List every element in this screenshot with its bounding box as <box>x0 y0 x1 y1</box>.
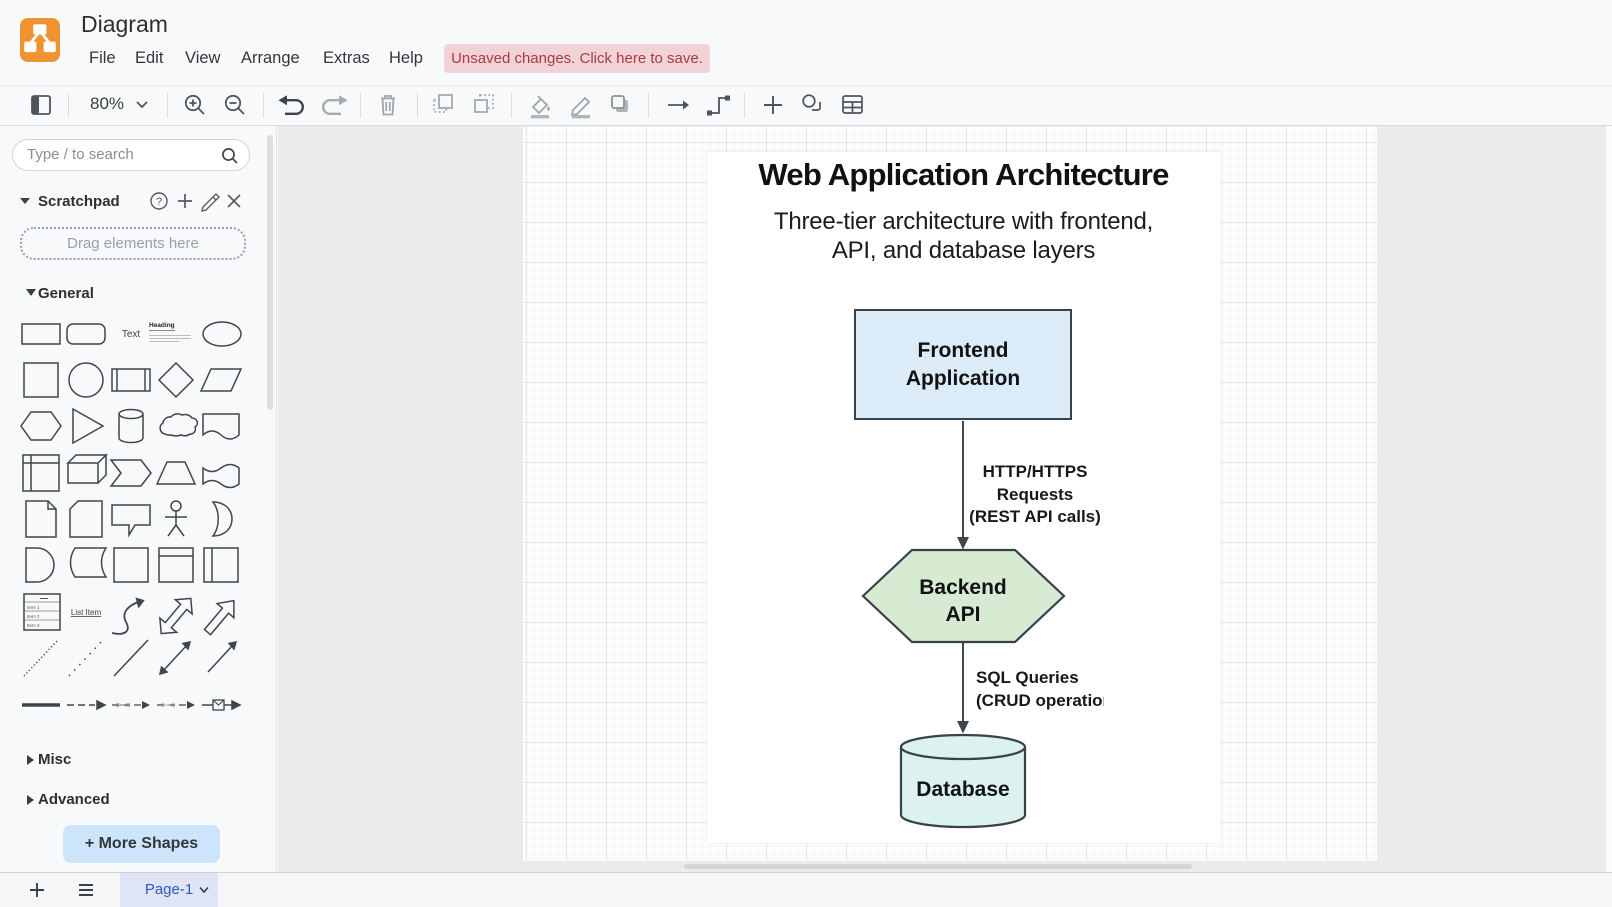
svg-text:?: ? <box>156 196 162 208</box>
svg-text:Item 3: Item 3 <box>27 623 40 628</box>
svg-text:Heading: Heading <box>149 322 175 329</box>
svg-text:Item 2: Item 2 <box>27 614 40 619</box>
svg-text:List Item: List Item <box>71 608 102 617</box>
svg-text:Text: Text <box>122 329 141 340</box>
svg-text:Item 1: Item 1 <box>27 605 40 610</box>
